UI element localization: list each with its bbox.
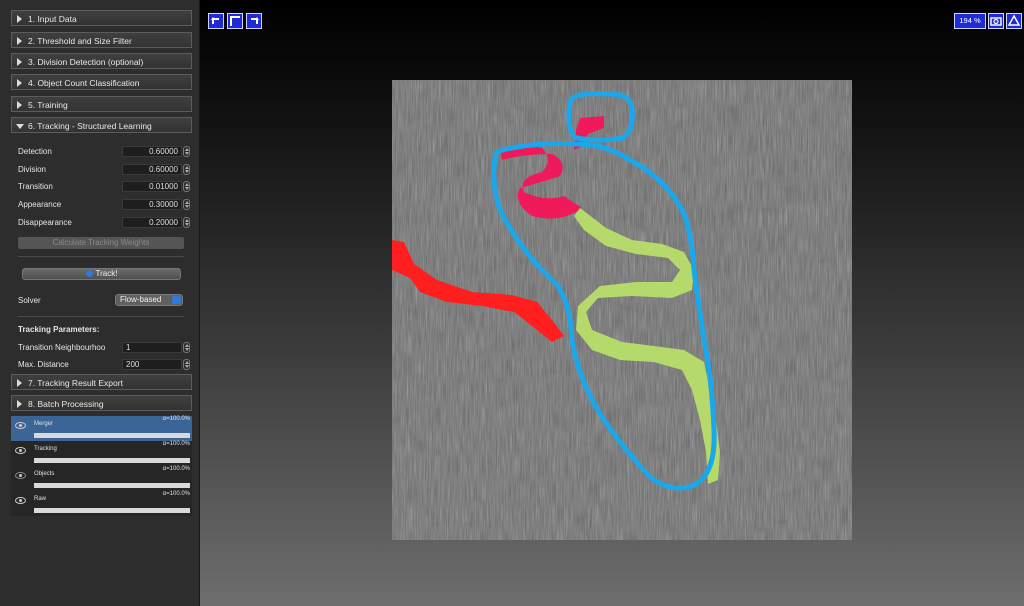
divider (18, 256, 184, 257)
applet-export[interactable]: 7. Tracking Result Export (11, 374, 192, 390)
opacity-slider[interactable] (34, 458, 190, 463)
layer-raw[interactable]: Raw α=100.0% (11, 491, 192, 516)
transition-weight-input[interactable]: 0.01000 (122, 181, 182, 192)
solver-select[interactable]: Flow-based (115, 294, 183, 306)
neighbourhood-row: Transition Neighbourhoo 1 (18, 341, 190, 354)
detection-weight-row: Detection 0.60000 (18, 145, 190, 158)
chevron-updown-icon (172, 296, 181, 304)
detection-weight-input[interactable]: 0.60000 (122, 146, 182, 157)
chevron-right-icon (17, 79, 22, 87)
appearance-weight-input[interactable]: 0.30000 (122, 199, 182, 210)
max-distance-input[interactable]: 200 (122, 359, 182, 370)
chevron-right-icon (17, 15, 22, 23)
chevron-right-icon (17, 101, 22, 109)
applet-input-data[interactable]: 1. Input Data (11, 10, 192, 26)
applet-training[interactable]: 5. Training (11, 96, 192, 112)
image-viewer[interactable]: 194 % (200, 0, 1024, 606)
disappearance-weight-input[interactable]: 0.20000 (122, 217, 182, 228)
chevron-right-icon (17, 37, 22, 45)
disappearance-weight-row: Disappearance 0.20000 (18, 216, 190, 229)
coordinates-toggle-button[interactable] (1006, 13, 1022, 29)
spinner-icon[interactable] (183, 359, 190, 370)
chevron-right-icon (17, 58, 22, 66)
spinner-icon[interactable] (183, 146, 190, 157)
camera-icon (990, 17, 1002, 26)
opacity-slider[interactable] (34, 433, 190, 438)
layer-objects[interactable]: Objects α=100.0% (11, 466, 192, 491)
eye-icon[interactable] (15, 497, 26, 504)
eye-icon[interactable] (15, 422, 26, 429)
swap-axes-icon (230, 16, 240, 26)
spinner-icon[interactable] (183, 199, 190, 210)
layer-tracking[interactable]: Tracking α=100.0% (11, 441, 192, 466)
applet-threshold[interactable]: 2. Threshold and Size Filter (11, 32, 192, 48)
eye-icon[interactable] (15, 447, 26, 454)
applet-object-count[interactable]: 4. Object Count Classification (11, 74, 192, 90)
opacity-slider[interactable] (34, 483, 190, 488)
appearance-weight-row: Appearance 0.30000 (18, 198, 190, 211)
rotate-right-icon (251, 17, 259, 24)
chevron-right-icon (17, 379, 22, 387)
layer-merger[interactable]: Merger α=100.0% (11, 416, 192, 441)
zoom-level[interactable]: 194 % (954, 13, 986, 29)
spinner-icon[interactable] (183, 164, 190, 175)
rotate-left-button[interactable] (208, 13, 224, 29)
tracking-applet-body: Detection 0.60000 Division 0.60000 Transit… (11, 134, 192, 372)
track-icon (85, 270, 93, 277)
eye-icon[interactable] (15, 472, 26, 479)
divider (18, 316, 184, 317)
spinner-icon[interactable] (183, 342, 190, 353)
applet-batch[interactable]: 8. Batch Processing (11, 395, 192, 411)
swap-axes-button[interactable] (227, 13, 243, 29)
tracking-parameters-heading: Tracking Parameters: (18, 325, 100, 334)
chevron-right-icon (17, 400, 22, 408)
applet-division-detection[interactable]: 3. Division Detection (optional) (11, 53, 192, 69)
track-button[interactable]: Track! (22, 268, 181, 280)
applet-tracking[interactable]: 6. Tracking - Structured Learning (11, 117, 192, 133)
triangle-icon (1007, 14, 1021, 26)
rotate-left-icon (211, 17, 219, 24)
max-distance-row: Max. Distance 200 (18, 358, 190, 371)
division-weight-input[interactable]: 0.60000 (122, 164, 182, 175)
screenshot-button[interactable] (988, 13, 1004, 29)
image-texture (392, 80, 852, 540)
spinner-icon[interactable] (183, 217, 190, 228)
chevron-down-icon (16, 124, 24, 129)
opacity-slider[interactable] (34, 508, 190, 513)
transition-weight-row: Transition 0.01000 (18, 180, 190, 193)
microscopy-image[interactable] (392, 80, 852, 540)
spinner-icon[interactable] (183, 181, 190, 192)
neighbourhood-input[interactable]: 1 (122, 342, 182, 353)
calculate-weights-button[interactable]: Calculate Tracking Weights (18, 237, 184, 249)
layer-stack: Merger α=100.0% Tracking α=100.0% Object… (11, 416, 192, 516)
left-panel: 1. Input Data 2. Threshold and Size Filt… (0, 0, 200, 606)
rotate-right-button[interactable] (246, 13, 262, 29)
division-weight-row: Division 0.60000 (18, 163, 190, 176)
